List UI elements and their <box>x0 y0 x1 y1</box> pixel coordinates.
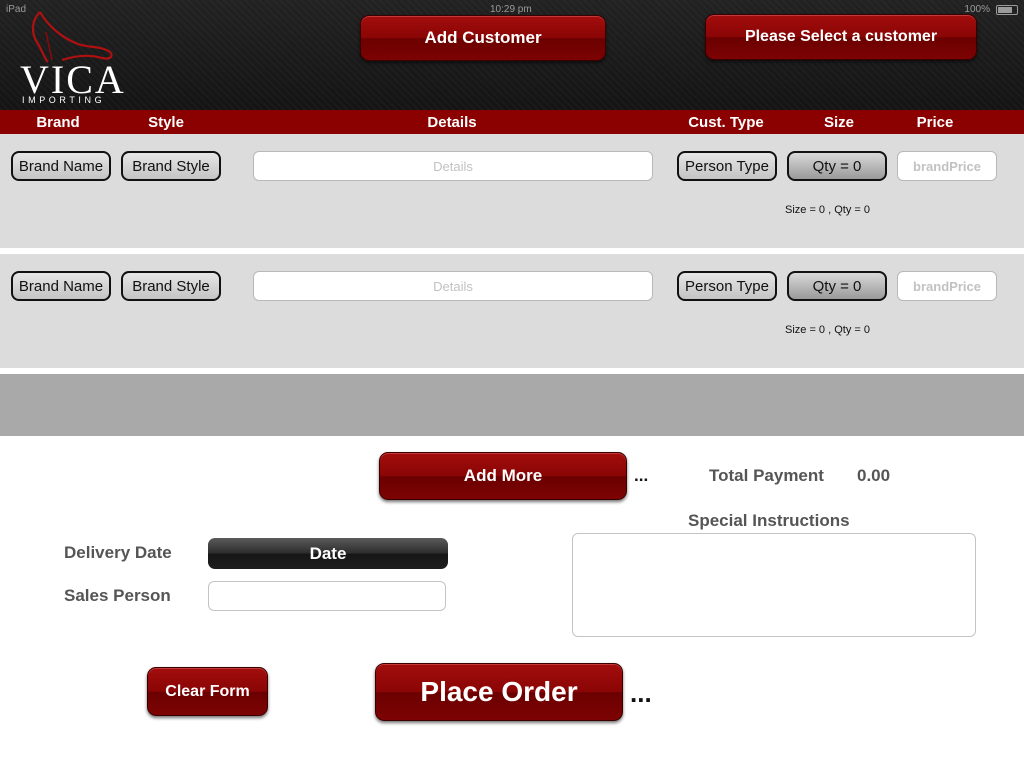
logo-tagline: IMPORTING <box>22 95 106 105</box>
brand-name-button[interactable]: Brand Name <box>11 151 111 181</box>
total-payment-label: Total Payment <box>709 466 824 485</box>
column-size: Size <box>823 114 854 131</box>
column-style: Style <box>148 114 184 131</box>
brand-style-button[interactable]: Brand Style <box>121 151 221 181</box>
order-row: Brand Name Brand Style Details Person Ty… <box>0 254 1024 368</box>
price-input[interactable]: brandPrice <box>897 151 997 181</box>
vica-logo: VICA IMPORTING <box>18 8 128 105</box>
add-more-ellipsis: ... <box>634 466 649 485</box>
column-brand: Brand <box>36 114 80 131</box>
list-empty-area <box>0 374 1024 436</box>
column-cust-type: Cust. Type <box>688 114 764 131</box>
date-picker-button[interactable]: Date <box>208 538 448 569</box>
status-time: 10:29 pm <box>490 4 532 15</box>
select-customer-button[interactable]: Please Select a customer <box>705 14 977 60</box>
place-order-ellipsis: ... <box>630 678 652 708</box>
size-qty-summary: Size = 0 , Qty = 0 <box>785 204 870 216</box>
place-order-button[interactable]: Place Order <box>375 663 623 721</box>
clear-form-button[interactable]: Clear Form <box>147 667 268 716</box>
special-instructions-textarea[interactable] <box>572 533 976 637</box>
qty-button[interactable]: Qty = 0 <box>787 271 887 301</box>
column-details: Details <box>427 114 477 131</box>
total-payment-value: 0.00 <box>857 466 891 485</box>
price-input[interactable]: brandPrice <box>897 271 997 301</box>
qty-button[interactable]: Qty = 0 <box>787 151 887 181</box>
person-type-button[interactable]: Person Type <box>677 271 777 301</box>
column-header-bar: Brand Style Details Cust. Type Size Pric… <box>0 110 1024 134</box>
details-input[interactable]: Details <box>253 271 653 301</box>
size-qty-summary: Size = 0 , Qty = 0 <box>785 324 870 336</box>
sales-person-input[interactable] <box>208 581 446 611</box>
brand-style-button[interactable]: Brand Style <box>121 271 221 301</box>
battery-icon <box>996 5 1018 15</box>
order-row: Brand Name Brand Style Details Person Ty… <box>0 134 1024 248</box>
sales-person-label: Sales Person <box>64 586 171 605</box>
brand-name-button[interactable]: Brand Name <box>11 271 111 301</box>
logo-wordmark: VICA <box>20 57 126 102</box>
details-input[interactable]: Details <box>253 151 653 181</box>
column-price: Price <box>916 114 954 131</box>
special-instructions-label: Special Instructions <box>688 511 850 530</box>
person-type-button[interactable]: Person Type <box>677 151 777 181</box>
add-customer-button[interactable]: Add Customer <box>360 15 606 61</box>
add-more-button[interactable]: Add More <box>379 452 627 500</box>
delivery-date-label: Delivery Date <box>64 543 172 562</box>
